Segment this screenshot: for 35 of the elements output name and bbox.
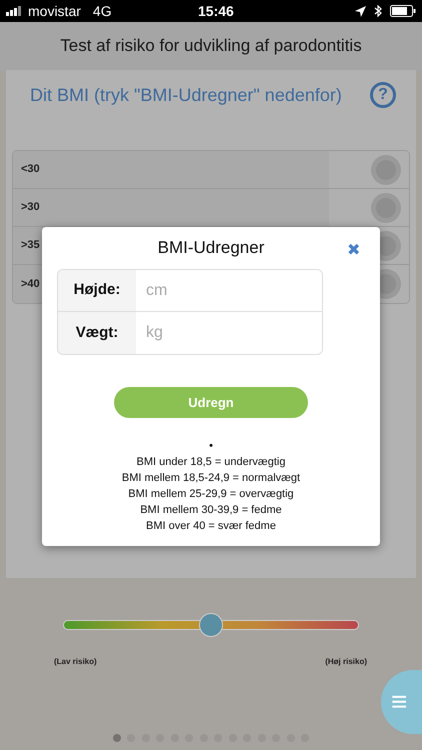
bmi-note: BMI under 18,5 = undervægtig <box>136 455 286 470</box>
option-row[interactable]: <30 <box>13 151 409 189</box>
radio-button[interactable] <box>371 154 401 184</box>
high-risk-label: (Høj risiko) <box>325 656 367 668</box>
clock: 15:46 <box>198 2 234 20</box>
question-title: Dit BMI (tryk "BMI-Udregner" nedenfor) <box>30 84 342 107</box>
modal-title: BMI-Udregner <box>158 238 264 257</box>
close-button[interactable]: ✖ <box>347 239 360 263</box>
battery-icon <box>390 5 416 17</box>
option-label: >30 <box>20 200 40 216</box>
input-form[interactable]: Højde: cm Vægt: kg <box>57 269 323 355</box>
bullet-mark: • <box>209 439 213 454</box>
option-label: <30 <box>20 162 40 178</box>
screen-title: Test af risiko for udvikling af parodontitis <box>60 35 362 58</box>
bluetooth-icon <box>374 5 382 17</box>
field-label: Højde: <box>58 270 136 311</box>
page-dot[interactable] <box>112 734 121 742</box>
bmi-note: BMI over 40 = svær fedme <box>146 519 276 534</box>
slider-thumb[interactable] <box>199 613 223 637</box>
carrier-name: movistar <box>28 2 81 20</box>
signal-icon <box>6 6 24 16</box>
option-row[interactable]: >30 <box>13 189 409 227</box>
radio-button[interactable] <box>371 192 401 222</box>
low-risk-label: (Lav risiko) <box>54 656 97 668</box>
location-icon <box>355 6 366 16</box>
bmi-note: BMI mellem 25-29,9 = overvægtig <box>128 487 294 502</box>
help-button[interactable]: ? <box>370 82 396 108</box>
network-type: 4G <box>92 2 112 20</box>
field-label: Vægt: <box>58 312 136 354</box>
option-label: >35 <box>20 238 40 254</box>
option-label: >40 <box>20 276 40 292</box>
bmi-note: BMI mellem 18,5-24,9 = normalvægt <box>122 471 300 486</box>
bmi-note: BMI mellem 30-39,9 = fedme <box>140 503 282 518</box>
risk-slider[interactable] <box>63 612 359 638</box>
calculate-button[interactable]: Udregn <box>114 387 308 418</box>
